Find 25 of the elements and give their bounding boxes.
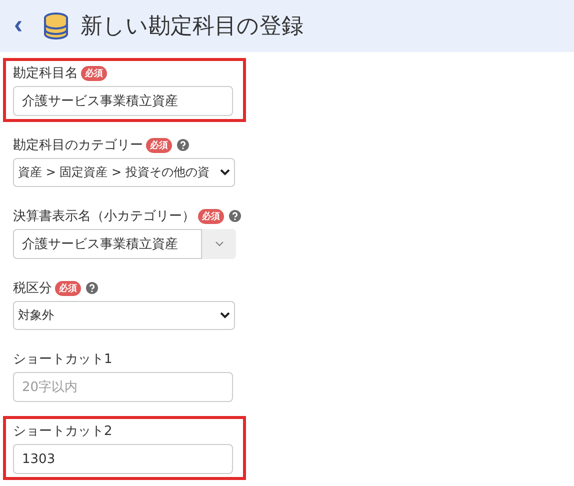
help-icon[interactable]: [229, 210, 241, 222]
required-badge: 必須: [198, 208, 224, 224]
field-label: 税区分: [13, 280, 52, 297]
chevron-icon: [220, 312, 230, 319]
field-label: 決算書表示名（小カテゴリー）: [13, 208, 195, 225]
text-field[interactable]: 介護サービス事業積立資産: [13, 86, 233, 116]
help-icon[interactable]: [177, 139, 189, 151]
help-icon[interactable]: [86, 282, 98, 294]
field-label: ショートカット2: [13, 423, 112, 440]
chevron-icon: [220, 169, 230, 176]
field-label: 勘定科目名: [13, 65, 78, 82]
field-label: ショートカット1: [13, 351, 112, 368]
text-field[interactable]: 20字以内: [13, 372, 233, 402]
page-title: 新しい勘定科目の登録: [80, 13, 304, 41]
chevron-icon: [214, 241, 224, 247]
required-badge: 必須: [55, 280, 81, 296]
field-label: 勘定科目のカテゴリー: [13, 137, 143, 154]
database-icon: [42, 12, 69, 40]
text-field[interactable]: 1303: [13, 444, 233, 474]
required-badge: 必須: [81, 66, 107, 80]
required-badge: 必須: [146, 138, 172, 152]
combo-field[interactable]: 介護サービス事業積立資産: [13, 229, 202, 259]
back-button[interactable]: ‹: [10, 11, 27, 41]
dropdown[interactable]: 資産 > 固定資産 > 投資その他の資: [13, 158, 235, 187]
dropdown[interactable]: 対象外: [13, 301, 235, 330]
